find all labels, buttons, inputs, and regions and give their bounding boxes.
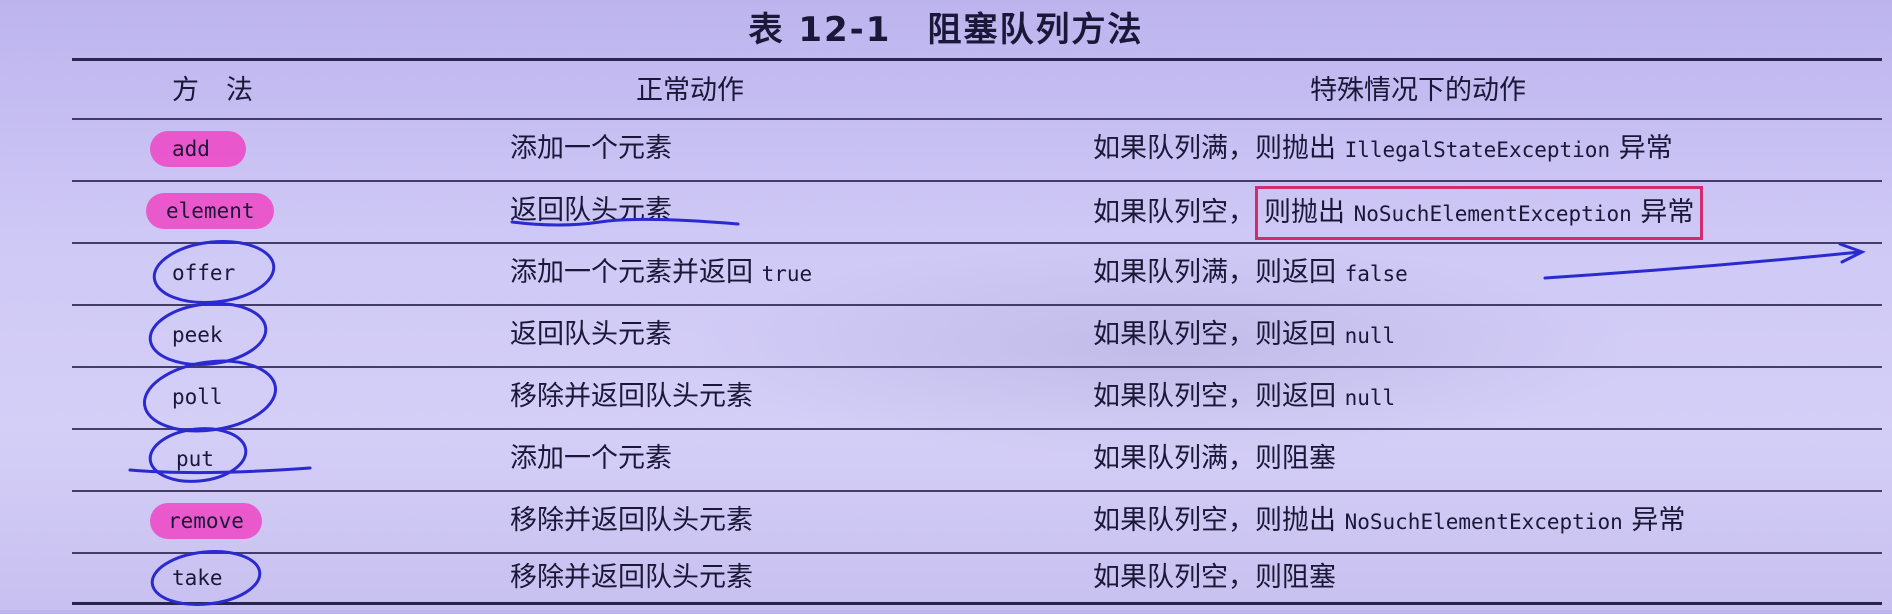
exception-name: NoSuchElementException [1353,202,1632,226]
normal-action: 移除并返回队头元素 [510,562,753,593]
table-row: poll 移除并返回队头元素 如果队列空，则返回 null [0,366,1892,428]
special-text: 如果队列满，则返回 [1093,257,1336,288]
table-row: put 添加一个元素 如果队列满，则阻塞 [0,428,1892,490]
special-action: 如果队列满，则返回 false [1093,242,1408,304]
header-normal-action: 正常动作 [636,75,744,106]
method-name: put [176,447,214,471]
table-row: remove 移除并返回队头元素 如果队列空，则抛出 NoSuchElement… [0,490,1892,552]
special-text: 如果队列空，则返回 [1093,319,1336,350]
method-name: remove [168,509,244,533]
normal-text: 添加一个元素并返回 [510,257,753,288]
return-value: null [1344,386,1396,410]
special-text: 如果队列空，则返回 [1093,381,1336,412]
special-action: 如果队列空，则返回 null [1093,304,1395,366]
special-tail: 异常 [1631,505,1686,536]
normal-action: 添加一个元素并返回 true [510,242,812,304]
method-name: element [166,199,255,223]
normal-action: 返回队头元素 [510,319,672,350]
normal-action: 添加一个元素 [510,443,672,474]
header-special-action: 特殊情况下的动作 [1310,75,1526,106]
normal-action: 返回队头元素 [510,195,672,226]
special-tail: 异常 [1618,133,1673,164]
special-action: 如果队列满，则抛出 IllegalStateException 异常 [1093,118,1673,180]
exception-name: IllegalStateException [1344,138,1611,162]
table-row: offer 添加一个元素并返回 true 如果队列满，则返回 false [0,242,1892,304]
header-method: 方 法 [172,75,253,106]
return-value: false [1344,262,1408,286]
method-name: add [172,137,210,161]
special-tail: 异常 [1640,197,1695,228]
return-value: null [1344,324,1396,348]
top-rule [72,58,1882,61]
special-text: 如果队列满，则抛出 [1093,133,1336,164]
special-action: 如果队列空，则阻塞 [1093,562,1336,593]
return-value: true [761,262,813,286]
boxed-annotation: 则抛出 NoSuchElementException 异常 [1255,186,1704,240]
normal-action: 添加一个元素 [510,133,672,164]
method-name: offer [172,261,236,285]
special-action: 如果队列空，则抛出 NoSuchElementException 异常 [1093,490,1685,552]
normal-action: 移除并返回队头元素 [510,381,753,412]
boxed-text: 则抛出 [1264,197,1345,228]
table-caption: 表 12-1 阻塞队列方法 [748,10,1144,50]
special-text: 如果队列空，则抛出 [1093,505,1336,536]
bottom-rule [72,602,1882,605]
exception-name: NoSuchElementException [1344,510,1623,534]
special-action: 如果队列空，则抛出 NoSuchElementException 异常 [1093,180,1704,242]
table-row: add 添加一个元素 如果队列满，则抛出 IllegalStateExcepti… [0,118,1892,180]
method-name: poll [172,385,223,409]
table-row: element 返回队头元素 如果队列空， 则抛出 NoSuchElementEx… [0,180,1892,242]
method-name: take [172,566,223,590]
special-action: 如果队列空，则返回 null [1093,366,1395,428]
table-row: peek 返回队头元素 如果队列空，则返回 null [0,304,1892,366]
method-name: peek [172,323,223,347]
normal-action: 移除并返回队头元素 [510,505,753,536]
special-action: 如果队列满，则阻塞 [1093,443,1336,474]
special-text: 如果队列空， [1093,197,1255,228]
